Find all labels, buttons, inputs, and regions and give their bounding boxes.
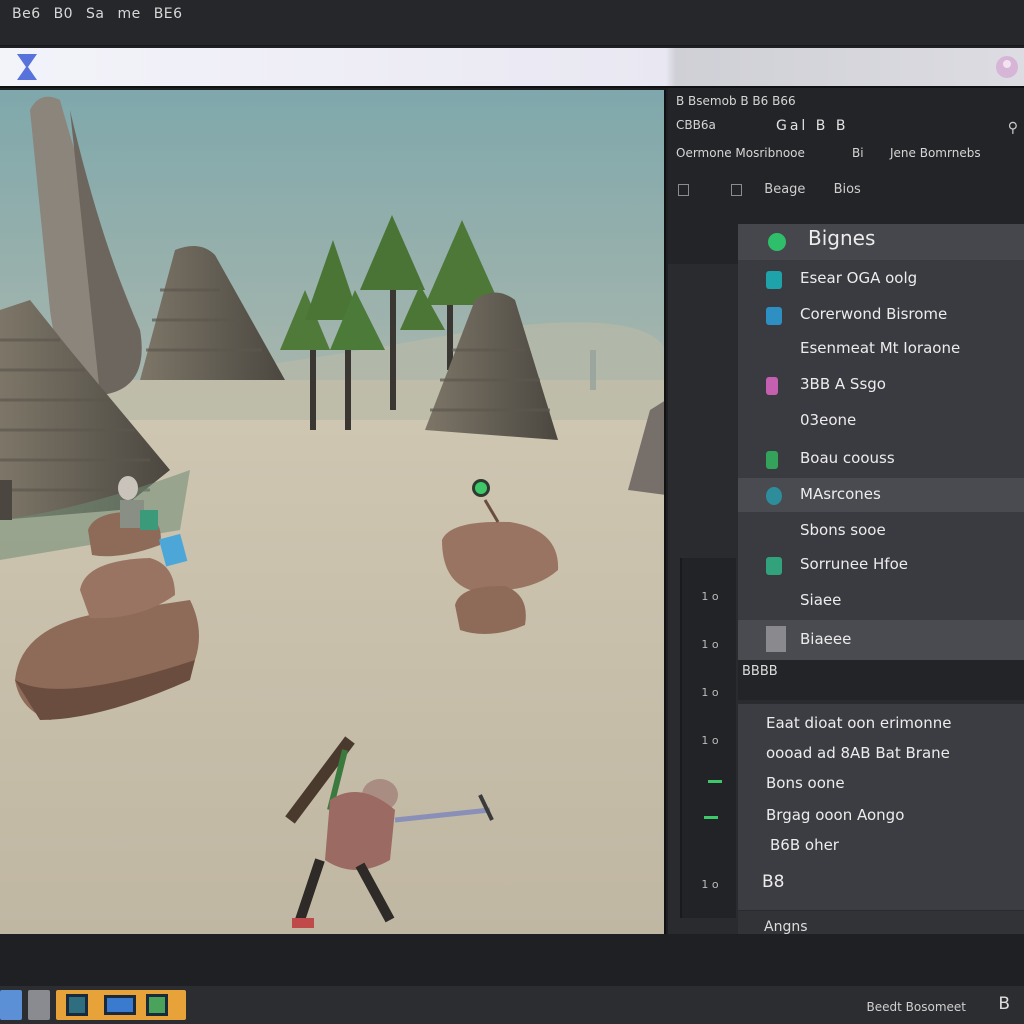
menubar: Be6 B0 Sa me BE6 [0, 0, 1024, 46]
search-icon[interactable]: ⚲ [1008, 120, 1018, 136]
gutter-tick: 1 o [701, 638, 719, 651]
circle-icon [768, 233, 786, 251]
app-icon-2[interactable] [104, 995, 136, 1015]
list-item[interactable]: Esear OGA oolg [738, 262, 1024, 296]
menu-item-4[interactable]: me [117, 6, 140, 22]
list-item[interactable]: 3BB A Ssgo [738, 368, 1024, 402]
checkbox-1[interactable] [678, 183, 689, 196]
inspector-panel: B Bsemob B B6 B66 CBB6a Gal B B ⚲ Oermon… [668, 88, 1024, 944]
panel-subtitle: CBB6a [676, 118, 716, 132]
section-header[interactable]: BBBB [738, 660, 1024, 700]
timeline-gutter[interactable]: 1 o 1 o 1 o 1 o 1 o [680, 558, 736, 918]
panel-line-left: Oermone Mosribnooe [676, 146, 805, 160]
scene-list-header[interactable]: Bignes [738, 224, 1024, 260]
property-line: B8 [762, 872, 785, 892]
list-item[interactable]: Biaeee [738, 620, 1024, 660]
list-item[interactable]: Esenmeat Mt Ioraone [738, 332, 1024, 366]
list-item[interactable]: Siaee [738, 584, 1024, 618]
gutter-tick: 1 o [701, 590, 719, 603]
app-icon-1[interactable] [66, 994, 88, 1016]
menu-item-5[interactable]: BE6 [154, 6, 183, 22]
object-icon [766, 451, 778, 469]
menu-item-3[interactable]: Sa [86, 6, 104, 22]
panel-toolbar[interactable]: Gal B B [776, 118, 848, 134]
panel-line-mid: Bi [852, 146, 864, 160]
object-icon [766, 271, 782, 289]
list-item[interactable]: Corerwond Bisrome [738, 298, 1024, 332]
list-item[interactable]: Sorrunee Hfoe [738, 548, 1024, 582]
object-icon [766, 487, 782, 505]
app-icon-3[interactable] [146, 994, 168, 1016]
tab-strip [0, 48, 1024, 88]
list-item[interactable]: Boau coouss [738, 442, 1024, 476]
properties-panel: Eaat dioat oon erimonne oooad ad 8AB Bat… [738, 704, 1024, 944]
control-label-2[interactable]: Bios [834, 182, 861, 197]
status-text: Beedt Bosomeet [866, 1000, 966, 1014]
window-icon[interactable] [0, 990, 22, 1020]
object-icon [766, 557, 782, 575]
taskbar-active-group[interactable] [56, 990, 186, 1020]
panel-line-right: Jene Bomrnebs [890, 146, 981, 160]
object-icon [766, 626, 786, 652]
control-label-1[interactable]: Beage [764, 182, 805, 197]
gutter-tick: 1 o [701, 686, 719, 699]
gutter-tick: 1 o [701, 734, 719, 747]
list-item-selected[interactable]: MAsrcones [738, 478, 1024, 512]
user-avatar-icon[interactable] [994, 54, 1020, 80]
menu-items: Be6 B0 Sa me BE6 [12, 6, 191, 22]
panel-controls: Beage Bios [678, 182, 879, 197]
keyframe-marker[interactable] [708, 780, 722, 783]
menu-item-2[interactable]: B0 [54, 6, 74, 22]
gutter-tick: 1 o [701, 878, 719, 891]
end-label[interactable]: B [998, 994, 1010, 1014]
object-icon [766, 377, 778, 395]
list-item[interactable]: Sbons sooe [738, 514, 1024, 548]
bottom-area: Beedt Bosomeet B [0, 934, 1024, 1024]
property-line: oooad ad 8AB Bat Brane [766, 744, 950, 762]
menu-item-1[interactable]: Be6 [12, 6, 41, 22]
keyframe-marker[interactable] [704, 816, 718, 819]
panel-title: B Bsemob B B6 B66 [676, 94, 796, 108]
checkbox-2[interactable] [731, 183, 743, 196]
property-line: Eaat dioat oon erimonne [766, 714, 952, 732]
property-line: Brgag ooon Aongo [766, 806, 905, 824]
property-line: B6B oher [770, 836, 839, 854]
list-item[interactable]: 03eone [738, 404, 1024, 438]
scene-list: Bignes Esear OGA oolg Corerwond Bisrome … [738, 224, 1024, 660]
hourglass-icon[interactable] [14, 52, 40, 82]
scene-render [0, 90, 664, 934]
taskbar: Beedt Bosomeet B [0, 986, 1024, 1024]
game-viewport[interactable] [0, 90, 666, 934]
file-icon[interactable] [28, 990, 50, 1020]
property-line: Bons oone [766, 774, 845, 792]
object-icon [766, 307, 782, 325]
